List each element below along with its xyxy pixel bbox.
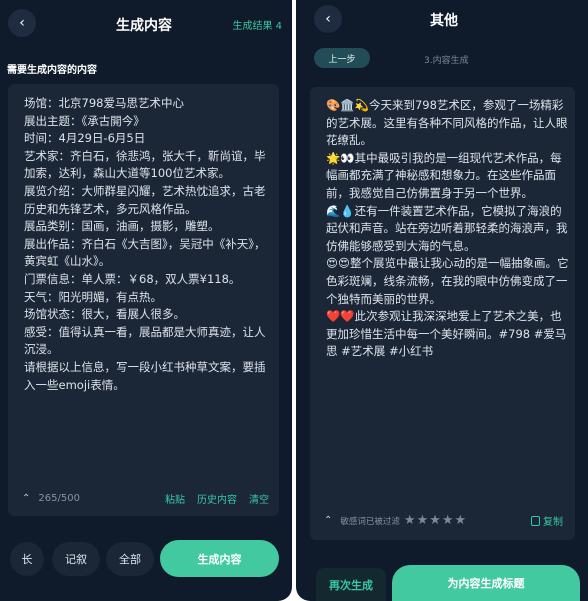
length-chip[interactable]: 长 <box>10 542 44 576</box>
section-label: 需要生成内容的内容 <box>7 65 97 76</box>
star-icon[interactable]: ★ <box>442 514 454 527</box>
copy-icon <box>531 515 540 526</box>
prompt-input-card[interactable]: 场馆：北京798爱马思艺术中心 展出主题：《承古開今》 时间：4月29日-6月5… <box>8 84 279 516</box>
regenerate-button[interactable]: 再次生成 <box>316 568 386 601</box>
char-count: 265/500 <box>38 493 80 504</box>
result-screen: ‹ 其他 上一步 3.内容生成 🎨🏛️💫今天来到798艺术区，参观了一场精彩的艺… <box>296 0 588 601</box>
generate-content-button[interactable]: 生成内容 <box>160 540 279 577</box>
generate-title-button[interactable]: 为内容生成标题 <box>392 565 580 601</box>
star-icon[interactable]: ★ <box>455 514 467 527</box>
prompt-actions: 粘贴 历史内容 清空 <box>165 491 269 506</box>
result-footer: ⌃ 敏感词已被过滤 ★ ★ ★ ★ ★ 复制 <box>324 513 563 528</box>
result-card: 🎨🏛️💫今天来到798艺术区，参观了一场精彩的艺术展。这里有各种不同风格的作品，… <box>310 87 575 540</box>
copy-button[interactable]: 复制 <box>531 513 563 528</box>
star-icon[interactable]: ★ <box>404 514 416 527</box>
step-label: 3.内容生成 <box>424 56 469 66</box>
bottom-action-bar: 长 记叙 全部 生成内容 <box>0 528 292 601</box>
generate-content-screen: ‹ 生成内容 生成结果 4 需要生成内容的内容 场馆：北京798爱马思艺术中心 … <box>0 0 292 601</box>
collapse-icon[interactable]: ⌃ <box>22 493 30 504</box>
generated-text: 🎨🏛️💫今天来到798艺术区，参观了一场精彩的艺术展。这里有各种不同风格的作品，… <box>326 98 569 359</box>
star-icon[interactable]: ★ <box>417 514 429 527</box>
chevron-left-icon: ‹ <box>325 11 331 27</box>
chevron-left-icon: ‹ <box>19 15 25 31</box>
back-button[interactable]: ‹ <box>8 9 36 37</box>
copy-label: 复制 <box>543 517 563 528</box>
filter-note: 敏感词已被过滤 <box>340 516 400 527</box>
collapse-icon[interactable]: ⌃ <box>324 515 332 526</box>
star-icon[interactable]: ★ <box>429 514 441 527</box>
history-button[interactable]: 历史内容 <box>197 491 237 506</box>
previous-step-button[interactable]: 上一步 <box>314 48 370 68</box>
prompt-footer: ⌃ 265/500 粘贴 历史内容 清空 <box>22 491 269 506</box>
paste-button[interactable]: 粘贴 <box>165 491 185 506</box>
result-count-link[interactable]: 生成结果 4 <box>232 17 282 32</box>
clear-button[interactable]: 清空 <box>249 491 269 506</box>
page-title: 其他 <box>430 13 458 29</box>
rating-stars: ★ ★ ★ ★ ★ <box>404 514 466 527</box>
prompt-textarea[interactable]: 场馆：北京798爱马思艺术中心 展出主题：《承古開今》 时间：4月29日-6月5… <box>24 95 270 394</box>
style-chip-narrative[interactable]: 记叙 <box>52 542 100 576</box>
scope-chip-all[interactable]: 全部 <box>106 542 154 576</box>
app-screens: ‹ 生成内容 生成结果 4 需要生成内容的内容 场馆：北京798爱马思艺术中心 … <box>0 0 588 601</box>
back-button[interactable]: ‹ <box>314 5 342 33</box>
page-title: 生成内容 <box>116 18 172 34</box>
